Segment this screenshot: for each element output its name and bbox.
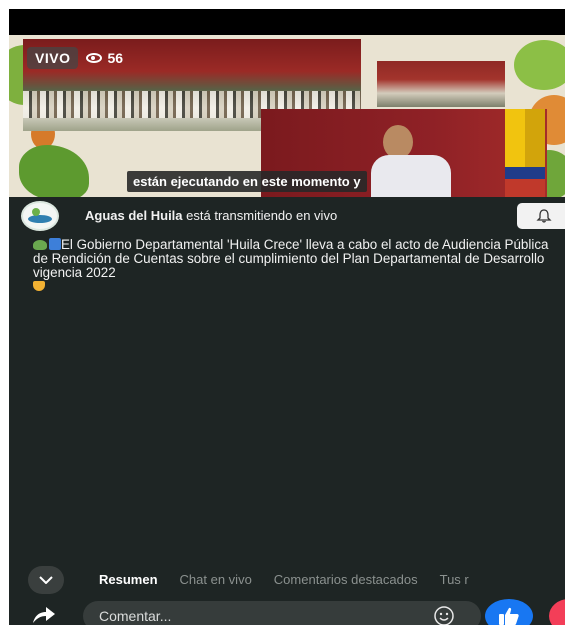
heart-icon[interactable] bbox=[549, 599, 565, 625]
bell-icon bbox=[536, 209, 552, 223]
decorative-shape bbox=[514, 40, 565, 90]
notify-button[interactable] bbox=[517, 203, 565, 229]
status-bar bbox=[9, 9, 565, 35]
smiley-icon[interactable] bbox=[433, 605, 455, 625]
collapse-button[interactable] bbox=[28, 566, 64, 594]
thumbs-up-icon bbox=[499, 607, 519, 625]
viewer-count-value: 56 bbox=[107, 50, 124, 66]
like-button[interactable] bbox=[485, 599, 533, 625]
tab-comentarios-destacados[interactable]: Comentarios destacados bbox=[274, 572, 418, 587]
comment-input[interactable]: Comentar... bbox=[83, 601, 481, 625]
share-arrow-icon[interactable] bbox=[31, 605, 57, 625]
page-status: Aguas del Huila está transmitiendo en vi… bbox=[85, 208, 337, 223]
comment-placeholder: Comentar... bbox=[99, 608, 172, 624]
tab-chat-en-vivo[interactable]: Chat en vivo bbox=[180, 572, 252, 587]
live-indicator: VIVO 56 bbox=[27, 47, 123, 69]
chart-emoji-icon bbox=[49, 238, 61, 250]
page-avatar[interactable] bbox=[21, 201, 59, 231]
video-description: El Gobierno Departamental 'Huila Crece' … bbox=[33, 238, 563, 294]
tab-resumen[interactable]: Resumen bbox=[99, 572, 158, 587]
page-name[interactable]: Aguas del Huila bbox=[85, 208, 183, 223]
tab-bar: Resumen Chat en vivo Comentarios destaca… bbox=[99, 572, 469, 587]
colombia-flag bbox=[505, 167, 545, 179]
eye-icon bbox=[86, 53, 103, 63]
speaker-figure bbox=[371, 155, 451, 197]
chevron-down-icon bbox=[39, 576, 53, 584]
page-status-text: está transmitiendo en vivo bbox=[186, 208, 338, 223]
page-header: Aguas del Huila está transmitiendo en vi… bbox=[9, 199, 565, 235]
speaker-figure bbox=[383, 125, 413, 159]
colombia-flag bbox=[505, 179, 545, 197]
decorative-shape bbox=[19, 145, 89, 197]
live-video-player[interactable]: VIVO 56 están ejecutando en este momento… bbox=[9, 35, 565, 197]
live-caption: están ejecutando en este momento y bbox=[127, 171, 367, 192]
tree-emoji-icon bbox=[33, 240, 47, 250]
secondary-camera-view bbox=[377, 61, 505, 107]
viewer-count: 56 bbox=[86, 50, 123, 66]
description-text: El Gobierno Departamental 'Huila Crece' … bbox=[33, 237, 549, 280]
live-badge: VIVO bbox=[27, 47, 79, 69]
live-video-screen: VIVO 56 están ejecutando en este momento… bbox=[9, 9, 565, 625]
tab-tus[interactable]: Tus r bbox=[440, 572, 469, 587]
pointing-down-emoji-icon bbox=[33, 281, 45, 291]
